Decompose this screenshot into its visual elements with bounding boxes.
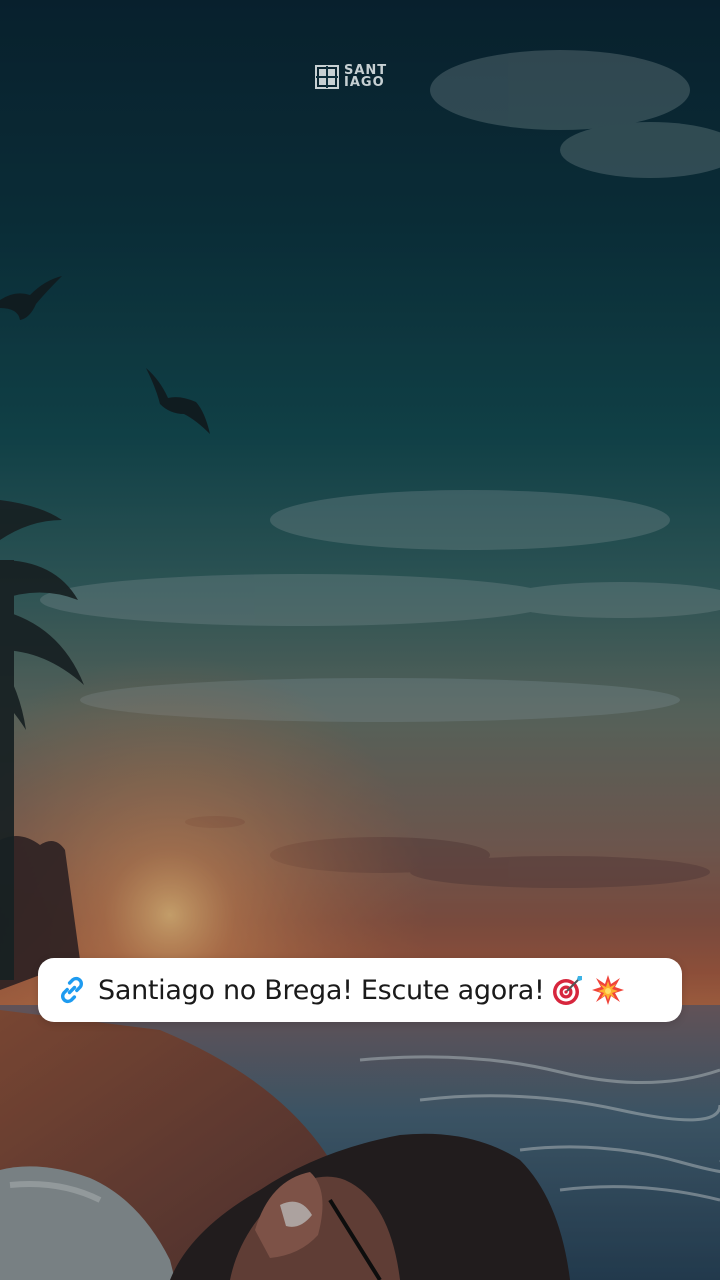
link-sticker-label: Santiago no Brega! Escute agora! [98, 974, 545, 1006]
link-icon [61, 976, 83, 1004]
background-scene-image [0, 50, 720, 1280]
story-frame[interactable]: SANT IAGO Santiago no Brega! Escute agor… [0, 0, 720, 1280]
collision-emoji-icon [591, 975, 624, 1005]
brand-logo-line2: IAGO [344, 75, 385, 90]
link-sticker[interactable]: Santiago no Brega! Escute agora! [38, 958, 682, 1022]
brand-logo-text: SANT IAGO [344, 64, 387, 90]
direct-hit-target-emoji-icon [552, 976, 582, 1005]
brand-logo: SANT IAGO [315, 62, 415, 92]
brand-logo-mark-icon [315, 65, 339, 89]
